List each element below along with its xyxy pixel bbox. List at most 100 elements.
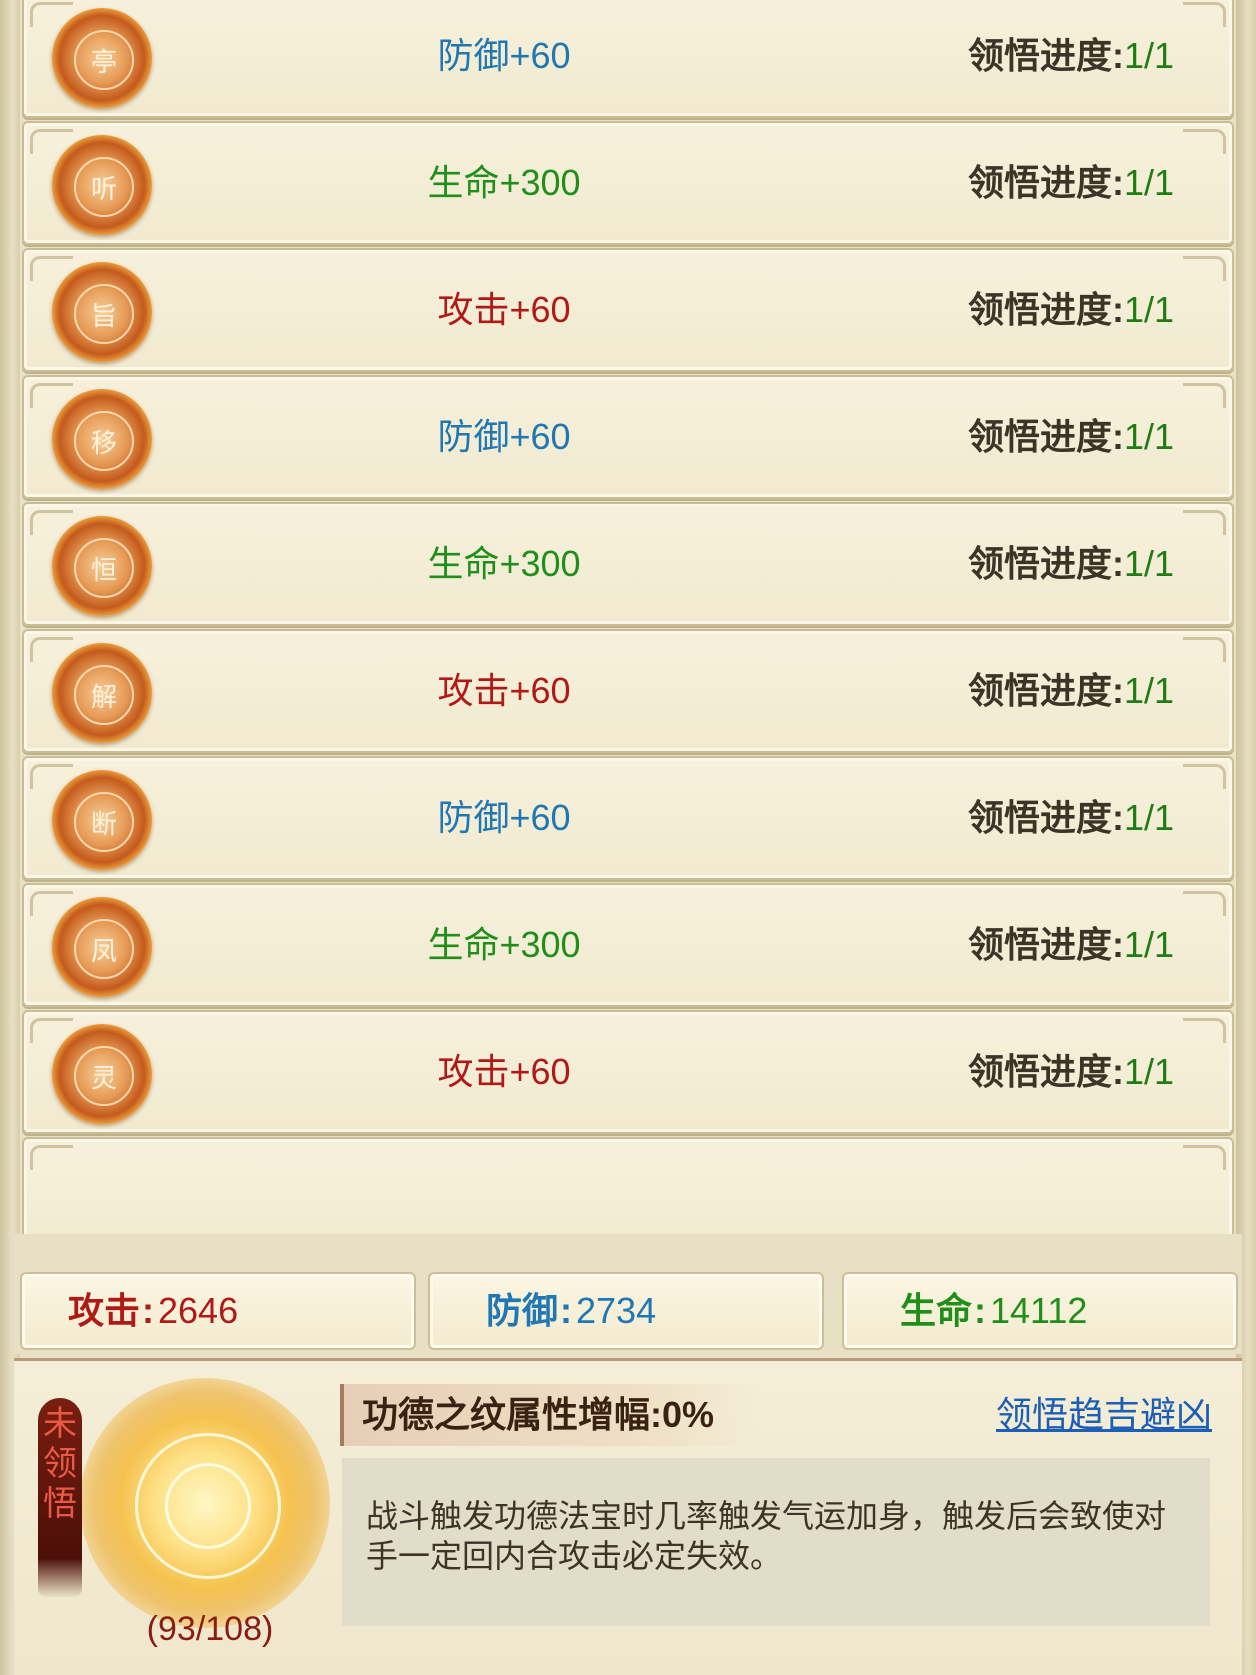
bonus-text: 生命+300 — [427, 543, 581, 584]
comprehension-list[interactable]: 亭防御+60 领悟进度:1/1 听生命+300 领悟进度:1/1 旨攻击+60 领悟进度:… — [22, 0, 1234, 1235]
seal-medal-icon[interactable]: 亭 — [52, 8, 152, 108]
progress: 领悟进度:1/1 — [968, 250, 1174, 370]
seal-medal-icon[interactable]: 灵 — [52, 1024, 152, 1124]
list-item[interactable]: 凤 生命+300 领悟进度:1/1 — [22, 883, 1234, 1007]
bonus-text: 防御+60 — [437, 416, 571, 457]
progress-label: 领悟进度 — [967, 162, 1112, 203]
seal-glyph: 灵 — [74, 1046, 134, 1106]
total-defense-label: 防御 — [486, 1290, 559, 1331]
seal-glyph: 旨 — [74, 284, 134, 344]
total-life: 生命: 14112 — [842, 1272, 1238, 1350]
bonus-text: 防御+60 — [437, 797, 571, 838]
list-item[interactable]: 恒 生命+300 领悟进度:1/1 — [22, 502, 1234, 626]
total-attack-sep: : — [142, 1290, 155, 1331]
total-defense: 防御: 2734 — [428, 1272, 824, 1350]
progress: 领悟进度:1/1 — [968, 885, 1174, 1005]
progress-sep: : — [1111, 416, 1124, 457]
amplify-label: 功德之纹属性增幅:0% — [340, 1384, 760, 1446]
corner-ornament — [1183, 764, 1226, 789]
progress-label: 领悟进度 — [967, 289, 1112, 330]
seal-glyph: 亭 — [74, 30, 134, 90]
corner-ornament — [1183, 891, 1226, 916]
corner-ornament — [1183, 129, 1226, 154]
progress-value: 1/1 — [1123, 162, 1174, 203]
progress: 领悟进度:1/1 — [968, 504, 1174, 624]
progress-label: 领悟进度 — [967, 924, 1112, 965]
seal-glyph: 解 — [74, 665, 134, 725]
corner-ornament — [1183, 510, 1226, 535]
progress-label: 领悟进度 — [967, 1051, 1112, 1092]
total-attack-value: 2646 — [158, 1290, 239, 1331]
corner-ornament — [1183, 1018, 1226, 1043]
seal-glyph: 听 — [74, 157, 134, 217]
seal-medal-icon[interactable]: 旨 — [52, 262, 152, 362]
seal-medal-icon[interactable]: 听 — [52, 135, 152, 235]
progress-count: (93/108) — [146, 1610, 274, 1648]
total-defense-value: 2734 — [576, 1290, 657, 1331]
total-attack: 攻击: 2646 — [20, 1272, 416, 1350]
corner-ornament — [1183, 383, 1226, 408]
progress-sep: : — [1111, 543, 1124, 584]
total-life-value: 14112 — [990, 1290, 1088, 1331]
progress-sep: : — [1111, 924, 1124, 965]
progress-value: 1/1 — [1123, 1051, 1174, 1092]
bonus-text: 生命+300 — [427, 924, 581, 965]
list-item[interactable]: 断 防御+60 领悟进度:1/1 — [22, 756, 1234, 880]
total-life-sep: : — [974, 1290, 987, 1331]
progress-sep: : — [1111, 35, 1124, 76]
corner-ornament — [1183, 637, 1226, 662]
progress-value: 1/1 — [1123, 924, 1174, 965]
list-item[interactable]: 亭 防御+60 领悟进度:1/1 — [22, 0, 1234, 118]
progress-sep: : — [1111, 670, 1124, 711]
seal-glyph: 断 — [74, 792, 134, 852]
seal-medal-icon[interactable]: 移 — [52, 389, 152, 489]
progress-sep: : — [1111, 289, 1124, 330]
bonus-text: 生命+300 — [427, 162, 581, 203]
corner-ornament — [1183, 2, 1226, 27]
lotus-ring-inner — [165, 1463, 251, 1549]
progress: 领悟进度:1/1 — [968, 631, 1174, 751]
progress: 领悟进度:1/1 — [968, 0, 1174, 116]
seal-medal-icon[interactable]: 恒 — [52, 516, 152, 616]
status-tag: 未领悟 — [38, 1398, 82, 1598]
progress-sep: : — [1111, 797, 1124, 838]
progress: 领悟进度:1/1 — [968, 377, 1174, 497]
list-item[interactable]: 听 生命+300 领悟进度:1/1 — [22, 121, 1234, 245]
bonus-text: 攻击+60 — [437, 1051, 571, 1092]
progress: 领悟进度:1/1 — [968, 123, 1174, 243]
list-item[interactable]: 灵 攻击+60 领悟进度:1/1 — [22, 1010, 1234, 1134]
bonus-text: 攻击+60 — [437, 289, 571, 330]
comprehend-link[interactable]: 领悟趋吉避凶 — [996, 1386, 1212, 1438]
progress-label: 领悟进度 — [967, 416, 1112, 457]
merit-emblem-icon[interactable] — [80, 1378, 330, 1628]
seal-glyph: 恒 — [74, 538, 134, 598]
corner-ornament — [1183, 256, 1226, 281]
progress-label: 领悟进度 — [967, 797, 1112, 838]
progress-value: 1/1 — [1123, 543, 1174, 584]
progress-sep: : — [1111, 162, 1124, 203]
seal-glyph: 移 — [74, 411, 134, 471]
progress-label: 领悟进度 — [967, 670, 1112, 711]
seal-medal-icon[interactable]: 解 — [52, 643, 152, 743]
status-tag-text: 未领悟 — [43, 1404, 77, 1524]
seal-medal-icon[interactable]: 断 — [52, 770, 152, 870]
effect-description: 战斗触发功德法宝时几率触发气运加身，触发后会致使对手一定回内合攻击必定失效。 — [342, 1458, 1210, 1626]
corner-ornament — [1183, 1145, 1226, 1170]
list-item[interactable]: 解 攻击+60 领悟进度:1/1 — [22, 629, 1234, 753]
progress-sep: : — [1111, 1051, 1124, 1092]
progress: 领悟进度:1/1 — [968, 758, 1174, 878]
list-item-partial[interactable] — [22, 1137, 1234, 1235]
progress-label: 领悟进度 — [967, 543, 1112, 584]
progress-value: 1/1 — [1123, 670, 1174, 711]
bonus-text: 防御+60 — [437, 35, 571, 76]
seal-glyph: 凤 — [74, 919, 134, 979]
progress-value: 1/1 — [1123, 35, 1174, 76]
list-item[interactable]: 旨 攻击+60 领悟进度:1/1 — [22, 248, 1234, 372]
progress-value: 1/1 — [1123, 289, 1174, 330]
seal-medal-icon[interactable]: 凤 — [52, 897, 152, 997]
list-item[interactable]: 移 防御+60 领悟进度:1/1 — [22, 375, 1234, 499]
progress: 领悟进度:1/1 — [968, 1012, 1174, 1132]
total-life-label: 生命 — [900, 1290, 973, 1331]
progress-value: 1/1 — [1123, 416, 1174, 457]
progress-label: 领悟进度 — [967, 35, 1112, 76]
